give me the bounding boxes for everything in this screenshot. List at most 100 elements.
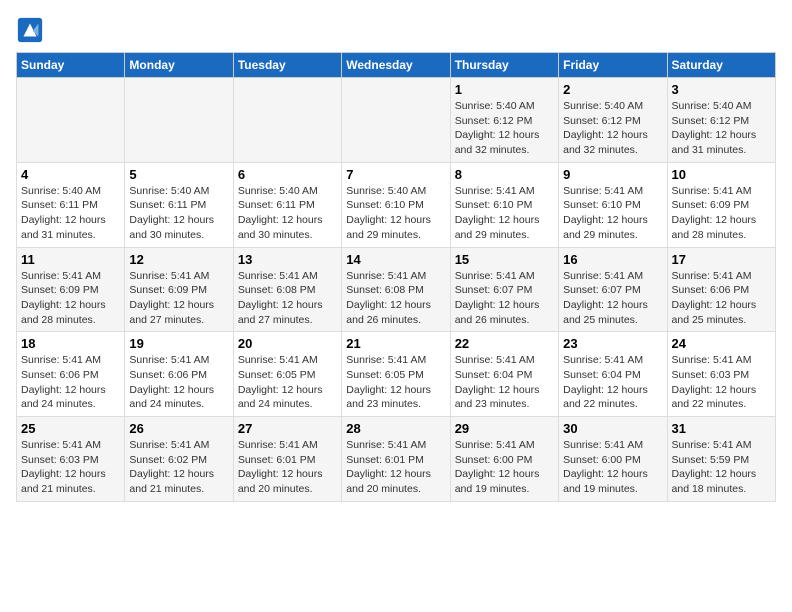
day-cell: 11 Sunrise: 5:41 AM Sunset: 6:09 PM Dayli… [17,247,125,332]
day-cell [342,78,450,163]
day-number: 19 [129,336,228,351]
day-info: Sunrise: 5:41 AM Sunset: 6:09 PM Dayligh… [21,269,120,328]
day-number: 30 [563,421,662,436]
day-info: Sunrise: 5:41 AM Sunset: 6:06 PM Dayligh… [672,269,771,328]
week-row-3: 11 Sunrise: 5:41 AM Sunset: 6:09 PM Dayli… [17,247,776,332]
day-number: 17 [672,252,771,267]
day-info: Sunrise: 5:41 AM Sunset: 6:02 PM Dayligh… [129,438,228,497]
day-info: Sunrise: 5:41 AM Sunset: 6:01 PM Dayligh… [238,438,337,497]
day-info: Sunrise: 5:41 AM Sunset: 6:00 PM Dayligh… [455,438,554,497]
day-cell: 27 Sunrise: 5:41 AM Sunset: 6:01 PM Dayli… [233,417,341,502]
day-cell: 9 Sunrise: 5:41 AM Sunset: 6:10 PM Daylig… [559,162,667,247]
day-cell: 16 Sunrise: 5:41 AM Sunset: 6:07 PM Dayli… [559,247,667,332]
day-cell [233,78,341,163]
day-info: Sunrise: 5:41 AM Sunset: 6:06 PM Dayligh… [129,353,228,412]
day-number: 16 [563,252,662,267]
day-cell: 4 Sunrise: 5:40 AM Sunset: 6:11 PM Daylig… [17,162,125,247]
day-info: Sunrise: 5:41 AM Sunset: 6:08 PM Dayligh… [346,269,445,328]
day-number: 21 [346,336,445,351]
day-cell: 12Sunrise: 5:41 AM Sunset: 6:09 PM Dayli… [125,247,233,332]
day-info: Sunrise: 5:41 AM Sunset: 6:06 PM Dayligh… [21,353,120,412]
day-cell: 13 Sunrise: 5:41 AM Sunset: 6:08 PM Dayli… [233,247,341,332]
day-number: 7 [346,167,445,182]
day-number: 23 [563,336,662,351]
day-info: Sunrise: 5:41 AM Sunset: 6:10 PM Dayligh… [563,184,662,243]
day-cell: 19 Sunrise: 5:41 AM Sunset: 6:06 PM Dayli… [125,332,233,417]
week-row-2: 4 Sunrise: 5:40 AM Sunset: 6:11 PM Daylig… [17,162,776,247]
day-info: Sunrise: 5:41 AM Sunset: 6:08 PM Dayligh… [238,269,337,328]
day-cell: 17 Sunrise: 5:41 AM Sunset: 6:06 PM Dayli… [667,247,775,332]
day-info: Sunrise: 5:41 AM Sunset: 6:07 PM Dayligh… [455,269,554,328]
day-cell: 15Sunrise: 5:41 AM Sunset: 6:07 PM Dayli… [450,247,558,332]
day-number: 5 [129,167,228,182]
day-number: 13 [238,252,337,267]
day-info: Sunrise: 5:40 AM Sunset: 6:11 PM Dayligh… [238,184,337,243]
day-info: Sunrise: 5:40 AM Sunset: 6:10 PM Dayligh… [346,184,445,243]
day-info: Sunrise: 5:40 AM Sunset: 6:12 PM Dayligh… [455,99,554,158]
day-number: 22 [455,336,554,351]
calendar-table: SundayMondayTuesdayWednesdayThursdayFrid… [16,52,776,502]
col-header-sunday: Sunday [17,53,125,78]
day-info: Sunrise: 5:41 AM Sunset: 6:09 PM Dayligh… [129,269,228,328]
day-cell: 14 Sunrise: 5:41 AM Sunset: 6:08 PM Dayli… [342,247,450,332]
col-header-thursday: Thursday [450,53,558,78]
day-info: Sunrise: 5:41 AM Sunset: 6:03 PM Dayligh… [21,438,120,497]
day-number: 25 [21,421,120,436]
day-number: 20 [238,336,337,351]
day-number: 9 [563,167,662,182]
day-cell: 25 Sunrise: 5:41 AM Sunset: 6:03 PM Dayli… [17,417,125,502]
day-number: 28 [346,421,445,436]
day-number: 31 [672,421,771,436]
day-info: Sunrise: 5:41 AM Sunset: 6:07 PM Dayligh… [563,269,662,328]
day-info: Sunrise: 5:41 AM Sunset: 5:59 PM Dayligh… [672,438,771,497]
col-header-tuesday: Tuesday [233,53,341,78]
week-row-4: 18Sunrise: 5:41 AM Sunset: 6:06 PM Dayli… [17,332,776,417]
day-number: 8 [455,167,554,182]
day-cell [125,78,233,163]
day-info: Sunrise: 5:41 AM Sunset: 6:05 PM Dayligh… [346,353,445,412]
day-cell [17,78,125,163]
col-header-friday: Friday [559,53,667,78]
day-cell: 22 Sunrise: 5:41 AM Sunset: 6:04 PM Dayli… [450,332,558,417]
day-number: 29 [455,421,554,436]
day-number: 11 [21,252,120,267]
day-info: Sunrise: 5:40 AM Sunset: 6:11 PM Dayligh… [129,184,228,243]
day-cell: 23 Sunrise: 5:41 AM Sunset: 6:04 PM Dayli… [559,332,667,417]
day-number: 14 [346,252,445,267]
day-info: Sunrise: 5:41 AM Sunset: 6:05 PM Dayligh… [238,353,337,412]
col-header-monday: Monday [125,53,233,78]
logo-icon [16,16,44,44]
day-info: Sunrise: 5:40 AM Sunset: 6:12 PM Dayligh… [672,99,771,158]
day-cell: 1 Sunrise: 5:40 AM Sunset: 6:12 PM Daylig… [450,78,558,163]
day-cell: 6 Sunrise: 5:40 AM Sunset: 6:11 PM Daylig… [233,162,341,247]
day-number: 4 [21,167,120,182]
week-row-5: 25 Sunrise: 5:41 AM Sunset: 6:03 PM Dayli… [17,417,776,502]
day-cell: 10 Sunrise: 5:41 AM Sunset: 6:09 PM Dayli… [667,162,775,247]
week-row-1: 1 Sunrise: 5:40 AM Sunset: 6:12 PM Daylig… [17,78,776,163]
day-info: Sunrise: 5:41 AM Sunset: 6:09 PM Dayligh… [672,184,771,243]
page-header [16,16,776,44]
day-info: Sunrise: 5:41 AM Sunset: 6:04 PM Dayligh… [563,353,662,412]
day-cell: 7 Sunrise: 5:40 AM Sunset: 6:10 PM Daylig… [342,162,450,247]
day-info: Sunrise: 5:41 AM Sunset: 6:01 PM Dayligh… [346,438,445,497]
day-info: Sunrise: 5:41 AM Sunset: 6:00 PM Dayligh… [563,438,662,497]
day-cell: 30 Sunrise: 5:41 AM Sunset: 6:00 PM Dayli… [559,417,667,502]
day-info: Sunrise: 5:40 AM Sunset: 6:12 PM Dayligh… [563,99,662,158]
day-info: Sunrise: 5:41 AM Sunset: 6:04 PM Dayligh… [455,353,554,412]
day-number: 2 [563,82,662,97]
day-number: 10 [672,167,771,182]
day-number: 6 [238,167,337,182]
day-info: Sunrise: 5:40 AM Sunset: 6:11 PM Dayligh… [21,184,120,243]
day-cell: 8 Sunrise: 5:41 AM Sunset: 6:10 PM Daylig… [450,162,558,247]
day-info: Sunrise: 5:41 AM Sunset: 6:10 PM Dayligh… [455,184,554,243]
day-info: Sunrise: 5:41 AM Sunset: 6:03 PM Dayligh… [672,353,771,412]
day-number: 26 [129,421,228,436]
logo [16,16,48,44]
day-cell: 26 Sunrise: 5:41 AM Sunset: 6:02 PM Dayli… [125,417,233,502]
day-cell: 28 Sunrise: 5:41 AM Sunset: 6:01 PM Dayli… [342,417,450,502]
col-header-wednesday: Wednesday [342,53,450,78]
day-number: 1 [455,82,554,97]
day-number: 24 [672,336,771,351]
day-number: 27 [238,421,337,436]
day-number: 3 [672,82,771,97]
